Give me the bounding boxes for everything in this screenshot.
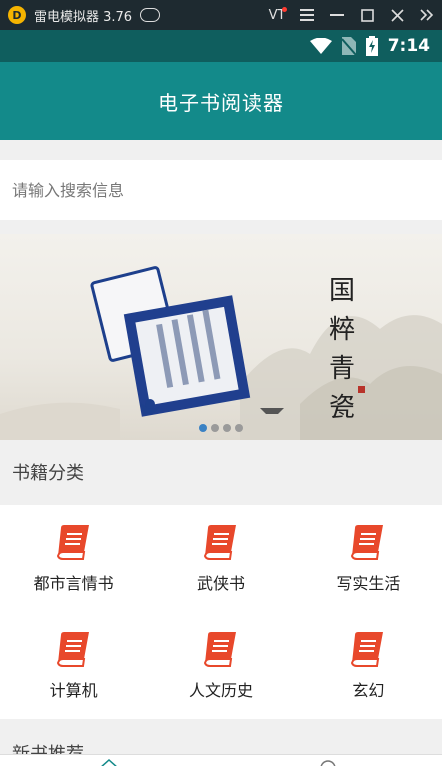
emulator-title: 雷电模拟器 3.76 — [34, 9, 133, 25]
bottom-tab-bar — [0, 754, 442, 766]
close-icon[interactable] — [382, 0, 412, 30]
category-label: 计算机 — [49, 680, 98, 700]
book-icon — [351, 631, 384, 667]
book-icon — [351, 524, 384, 560]
category-item[interactable]: 都市言情书 — [0, 505, 147, 612]
book-icon — [56, 524, 89, 560]
menu-icon[interactable] — [292, 0, 322, 30]
vt-alert-dot — [282, 7, 287, 12]
book-icon — [203, 524, 236, 560]
page-title: 电子书阅读器 — [158, 90, 284, 115]
category-item[interactable]: 计算机 — [0, 612, 147, 719]
new-books-title: 新书推荐 — [12, 744, 84, 754]
profile-tab-icon — [320, 760, 336, 766]
category-label: 都市言情书 — [33, 573, 114, 593]
maximize-icon[interactable] — [352, 0, 382, 30]
search-bar[interactable] — [0, 160, 442, 220]
book-icon — [203, 631, 236, 667]
wifi-icon — [309, 38, 332, 54]
status-time: 7:14 — [387, 36, 430, 56]
banner-calligraphy-char: 国 — [328, 276, 355, 306]
minimize-icon[interactable] — [322, 0, 352, 30]
banner-calligraphy-char: 青 — [328, 354, 355, 384]
emulator-logo-icon: D — [8, 6, 26, 24]
home-tab-icon — [101, 758, 117, 766]
categories-title: 书籍分类 — [12, 463, 84, 484]
no-sim-icon — [341, 37, 356, 55]
category-item[interactable]: 写实生活 — [295, 505, 442, 612]
carousel-dot[interactable] — [223, 424, 231, 432]
app-bar: 电子书阅读器 — [0, 62, 442, 140]
carousel-dot[interactable] — [235, 424, 243, 432]
vt-indicator[interactable]: VT — [262, 0, 292, 30]
category-item[interactable]: 玄幻 — [295, 612, 442, 719]
expand-sidebar-icon[interactable] — [412, 0, 442, 30]
categories-header: 书籍分类 — [0, 440, 442, 504]
banner-calligraphy-char: 瓷 — [328, 393, 355, 423]
search-input[interactable] — [12, 180, 412, 200]
gamepad-icon[interactable] — [140, 8, 161, 22]
banner-carousel[interactable]: 国 粹 青 瓷 — [0, 234, 442, 440]
carousel-dots — [0, 424, 442, 432]
emulator-title-bar: D 雷电模拟器 3.76 VT — [0, 0, 442, 30]
category-label: 人文历史 — [188, 680, 253, 700]
carousel-dot[interactable] — [199, 424, 207, 432]
category-item[interactable]: 人文历史 — [147, 612, 294, 719]
category-label: 玄幻 — [352, 680, 385, 700]
banner-image — [0, 266, 442, 440]
carousel-dot[interactable] — [211, 424, 219, 432]
category-item[interactable]: 武侠书 — [147, 505, 294, 612]
book-icon — [56, 631, 89, 667]
tab-icons — [101, 758, 336, 766]
status-bar: 7:14 — [0, 30, 442, 62]
new-books-header: 新书推荐 — [0, 720, 442, 754]
battery-charging-icon — [365, 36, 378, 56]
category-label: 写实生活 — [336, 573, 401, 593]
category-label: 武侠书 — [196, 573, 245, 593]
banner-calligraphy-char: 粹 — [328, 315, 355, 345]
category-grid: 都市言情书 武侠书 写实生活 计算机 人文历史 玄幻 — [0, 505, 442, 719]
